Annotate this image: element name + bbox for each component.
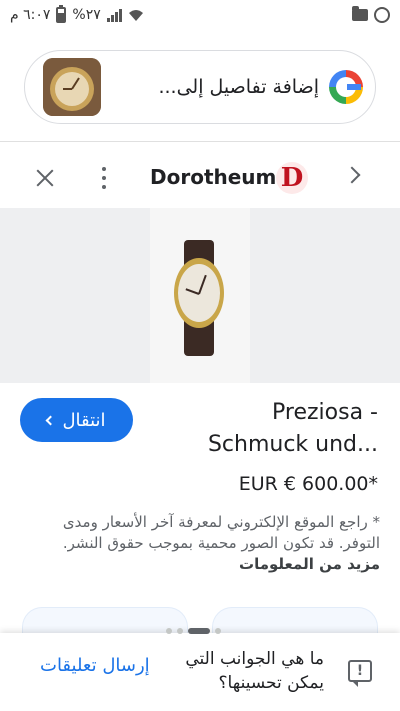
goto-button[interactable]: انتقال [20, 398, 133, 442]
page-dot-active [188, 628, 210, 634]
product-image-area[interactable] [0, 208, 400, 383]
more-vert-icon[interactable] [101, 167, 107, 189]
more-info-link[interactable]: مزيد من المعلومات [239, 555, 380, 573]
result-price: EUR € 600.00* [238, 473, 378, 495]
signal-icon [106, 8, 122, 22]
divider [0, 141, 400, 142]
page-indicator [166, 628, 221, 634]
lens-search-bar[interactable]: إضافة تفاصيل إلى... [24, 50, 376, 124]
page-dot [177, 628, 183, 634]
page-dot [215, 628, 221, 634]
thumbnail-image[interactable] [43, 58, 101, 116]
watch-thumbnail-icon [43, 58, 101, 116]
folder-icon [352, 6, 368, 21]
goto-button-label: انتقال [62, 409, 106, 431]
battery-icon [56, 5, 67, 23]
status-right [352, 6, 390, 23]
feedback-bar: إرسال تعليقات ما هي الجوانب التي يمكن تح… [0, 633, 400, 711]
battery-percent: %٢٧ [72, 7, 101, 23]
price-disclaimer: * راجع الموقع الإلكتروني لمعرفة آخر الأس… [34, 512, 380, 575]
status-left: ٦:٠٧ م %٢٧ [10, 5, 144, 23]
feedback-icon[interactable]: ! [348, 660, 372, 687]
chevron-right-icon[interactable] [343, 166, 361, 184]
wifi-icon [128, 10, 143, 21]
search-query-text[interactable]: إضافة تفاصيل إلى... [101, 76, 329, 98]
time-display: ٦:٠٧ م [10, 7, 51, 23]
result-title-line2[interactable]: Schmuck und... [208, 432, 378, 457]
google-lens-icon[interactable] [329, 70, 363, 104]
google-lens-result-page: ٦:٠٧ م %٢٧ إضافة تفاصيل إلى... Dorotheum… [0, 0, 400, 711]
product-image[interactable] [150, 208, 250, 383]
page-dot [166, 628, 172, 634]
result-title-line1[interactable]: Preziosa - [272, 400, 378, 425]
disclaimer-text: * راجع الموقع الإلكتروني لمعرفة آخر الأس… [62, 513, 380, 552]
status-bar: ٦:٠٧ م %٢٧ [0, 0, 400, 30]
close-icon[interactable] [34, 167, 56, 189]
source-name[interactable]: Dorotheum [150, 165, 276, 189]
chevron-left-icon [45, 415, 56, 425]
feedback-question: ما هي الجوانب التي يمكن تحسينها؟ [185, 649, 324, 693]
send-feedback-link[interactable]: إرسال تعليقات [40, 655, 150, 676]
source-logo: D [276, 162, 308, 194]
whatsapp-icon [374, 7, 390, 23]
source-header: Dorotheum D [0, 150, 400, 206]
